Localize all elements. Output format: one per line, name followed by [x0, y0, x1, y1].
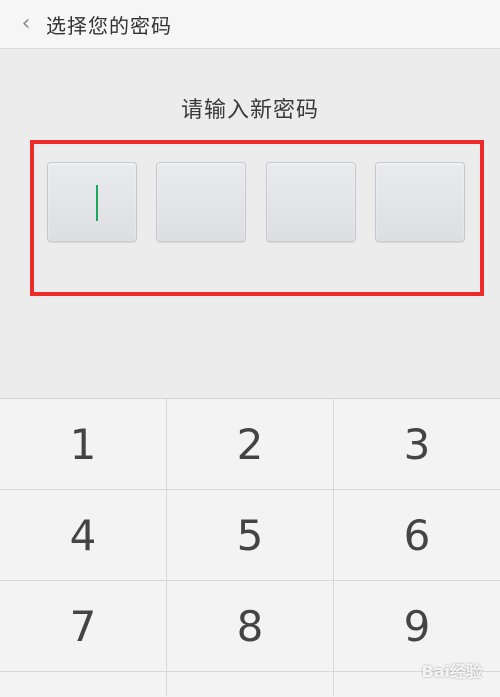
pin-digit-box-4[interactable] [374, 162, 465, 242]
pin-digit-box-2[interactable] [156, 162, 247, 242]
key-7[interactable]: 7 [0, 581, 167, 671]
keypad-row: 1 2 3 [0, 399, 500, 490]
key-blank-middle[interactable] [167, 672, 334, 696]
key-4[interactable]: 4 [0, 490, 167, 580]
page-title: 选择您的密码 [46, 13, 172, 38]
key-3[interactable]: 3 [334, 399, 500, 489]
key-6[interactable]: 6 [334, 490, 500, 580]
keypad-row: 4 5 6 [0, 490, 500, 581]
text-cursor [96, 185, 98, 221]
key-1[interactable]: 1 [0, 399, 167, 489]
watermark-logo: Bai经验 [421, 662, 482, 681]
key-8[interactable]: 8 [167, 581, 334, 671]
numeric-keypad: 1 2 3 4 5 6 7 8 9 [0, 398, 500, 697]
password-prompt: 请输入新密码 [180, 98, 319, 123]
key-blank-left[interactable] [0, 672, 167, 696]
title-bar: ‹ 选择您的密码 [0, 0, 500, 49]
key-5[interactable]: 5 [167, 490, 334, 580]
chevron-left-icon[interactable]: ‹ [12, 0, 40, 48]
pin-digit-box-3[interactable] [265, 162, 356, 242]
pin-digit-box-1[interactable] [47, 162, 137, 242]
pin-input-row[interactable] [47, 162, 465, 244]
key-2[interactable]: 2 [167, 399, 334, 489]
